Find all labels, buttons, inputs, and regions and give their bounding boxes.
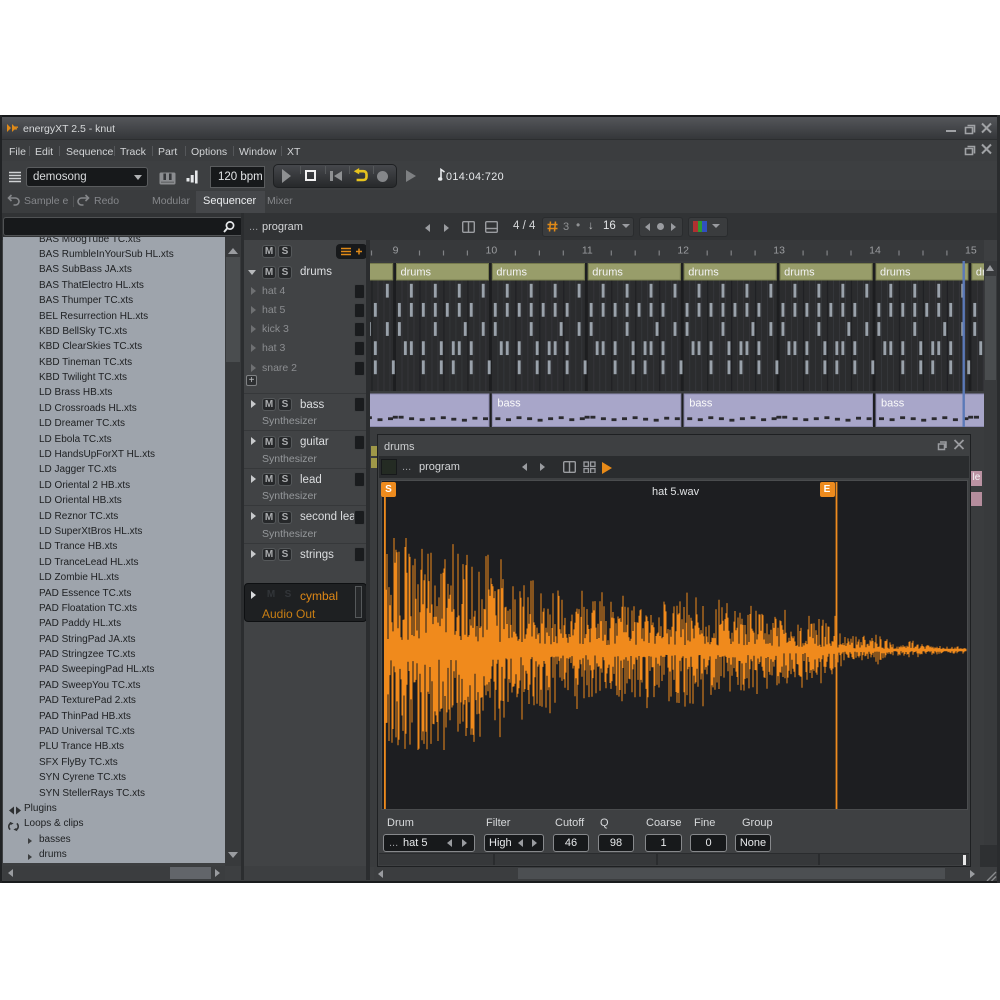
svg-text:13: 13 xyxy=(773,245,785,257)
svg-text:9: 9 xyxy=(393,245,399,257)
svg-text:11: 11 xyxy=(582,245,593,257)
svg-text:10: 10 xyxy=(486,245,498,257)
svg-text:15: 15 xyxy=(965,245,977,257)
svg-text:14: 14 xyxy=(869,245,881,257)
svg-text:12: 12 xyxy=(677,245,689,257)
